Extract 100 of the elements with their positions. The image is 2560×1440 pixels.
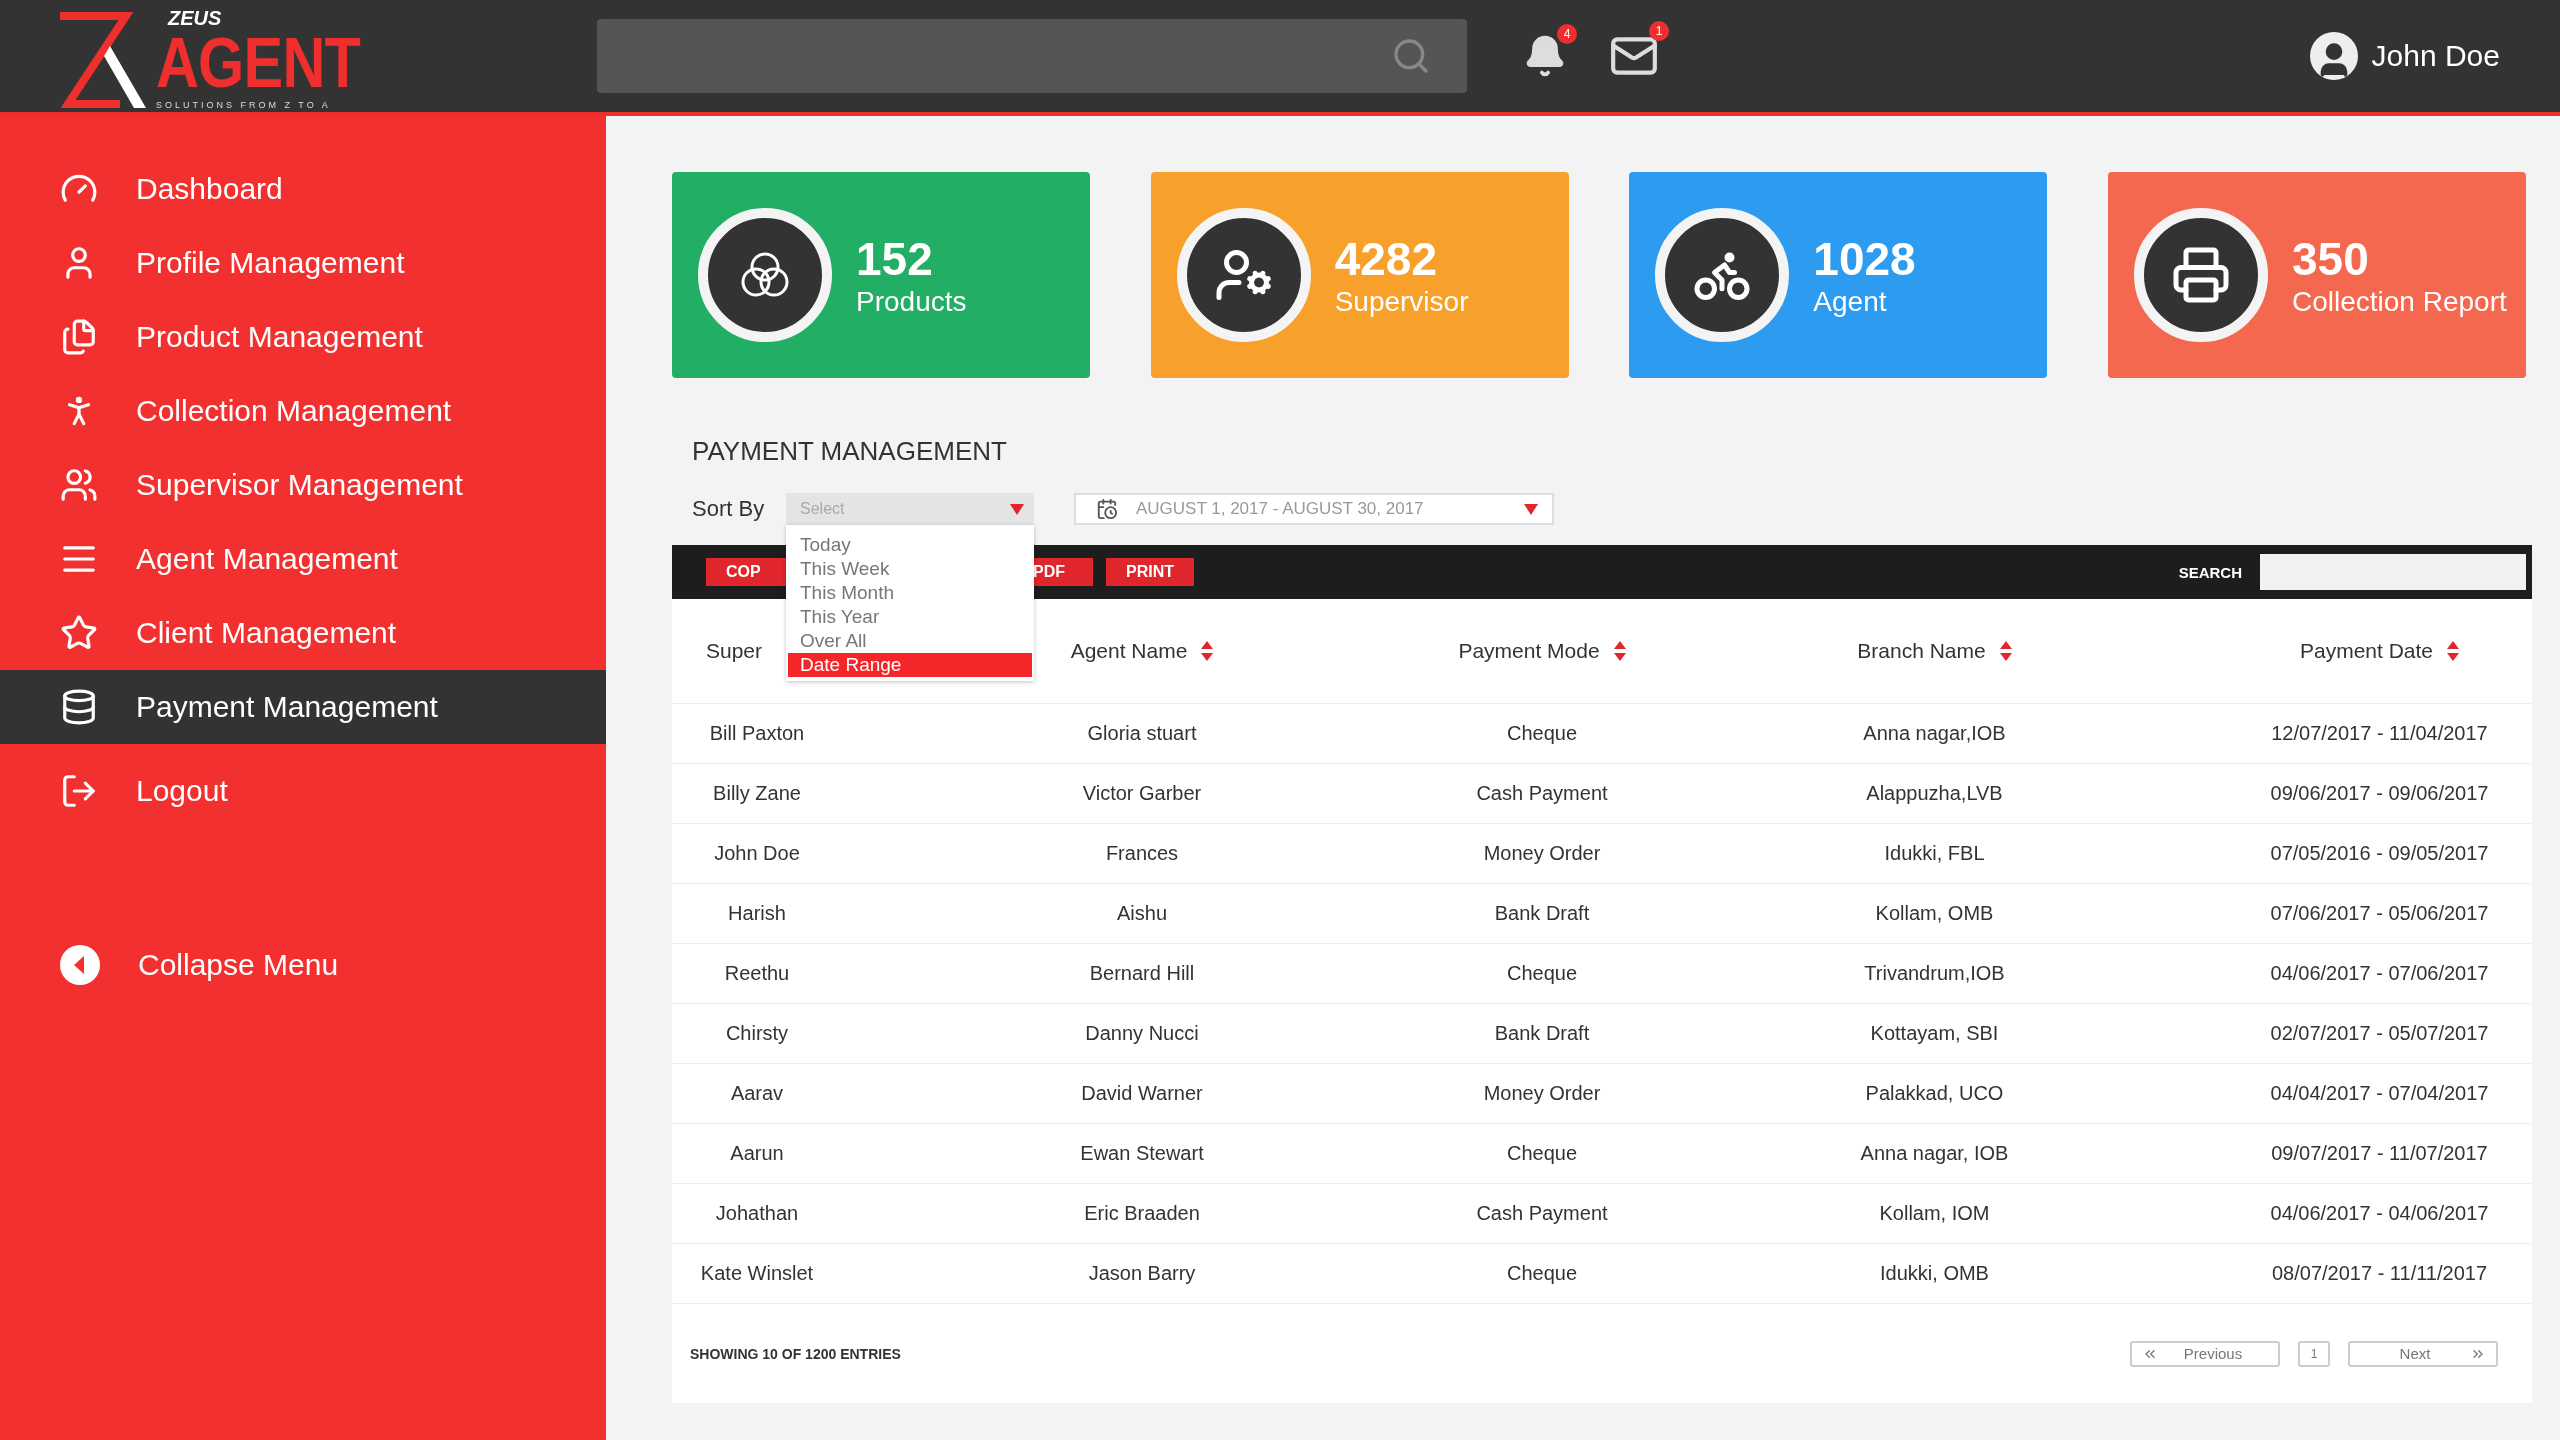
message-count: 1 — [1649, 21, 1669, 41]
table-cell-text: Money Order — [1482, 1082, 1602, 1105]
table-cell-text: Aishu — [1116, 902, 1168, 925]
table-cell-text: Alappuzha,LVB — [1865, 782, 2004, 805]
avatar[interactable] — [2309, 32, 2358, 80]
stat-value: 1028 — [1813, 232, 1916, 286]
stat-card[interactable]: 152 Products — [672, 172, 1090, 378]
export-button[interactable]: PRINT — [1106, 558, 1194, 586]
table-cell-text: Cash Payment — [1475, 1202, 1609, 1225]
next-button[interactable]: Next — [2348, 1340, 2498, 1367]
stat-label: Supervisor — [1334, 286, 1469, 318]
logo-tagline: SOLUTIONS FROM Z TO A — [156, 100, 332, 110]
table-cell-text: Reethu — [723, 962, 791, 985]
table-cell-text: Cash Payment — [1475, 782, 1609, 805]
table-cell-text: 09/06/2017 - 09/06/2017 — [2269, 782, 2490, 805]
stat-value: 4282 — [1334, 232, 1438, 286]
column-header[interactable]: Agent Name — [1070, 639, 1188, 663]
page-button[interactable]: 1 — [2298, 1340, 2330, 1367]
stat-label: Products — [856, 286, 967, 318]
logo-title: AGENT — [156, 28, 360, 98]
table-cell-text: Cheque — [1505, 1262, 1579, 1285]
printer-icon — [2170, 245, 2231, 305]
sidebar-item[interactable]: Collection Management — [0, 374, 606, 448]
table-cell-text: Johathan — [714, 1202, 800, 1225]
column-header[interactable]: Payment Date — [2299, 639, 2434, 663]
sidebar-item[interactable]: Logout — [0, 754, 606, 828]
column-header[interactable]: Super — [706, 639, 763, 663]
table-cell-text: Billy Zane — [712, 782, 802, 805]
section-title: PAYMENT MANAGEMENT — [692, 436, 1008, 467]
back-circle-icon — [60, 945, 100, 985]
entries-count: SHOWING 10 OF 1200 ENTRIES — [690, 1345, 901, 1362]
sidebar-item[interactable]: Agent Management — [0, 522, 606, 596]
sort-icon[interactable] — [1201, 641, 1214, 661]
sort-icon[interactable] — [1613, 641, 1626, 661]
column-header[interactable]: Branch Name — [1857, 639, 1986, 663]
calendar-icon — [1096, 498, 1118, 520]
logo-text: ZEUS — [168, 8, 223, 28]
table-cell-text: David Warner — [1080, 1082, 1204, 1105]
table-cell-text: Anna nagar,IOB — [1862, 722, 2007, 745]
table-cell-text: Chirsty — [724, 1022, 790, 1045]
dropdown-option[interactable]: Today — [788, 533, 1032, 557]
table-cell-text: Bill Paxton — [708, 722, 806, 745]
sidebar-item[interactable]: Payment Management — [0, 670, 606, 744]
user-name[interactable]: John Doe — [2371, 39, 2500, 73]
sort-icon[interactable] — [2447, 641, 2460, 661]
collapse-menu-item[interactable]: Collapse Menu — [0, 928, 606, 1002]
table-cell-text: 08/07/2017 - 11/11/2017 — [2271, 1262, 2488, 1285]
sort-icon[interactable] — [1999, 641, 2012, 661]
caret-icon — [1524, 503, 1538, 515]
table-cell-text: Cheque — [1505, 722, 1579, 745]
table-cell-text: Kollam, OMB — [1874, 902, 1995, 925]
stat-card[interactable]: 1028 Agent — [1629, 172, 2048, 378]
table-cell-text: Bank Draft — [1493, 1022, 1591, 1045]
previous-button[interactable]: Previous — [2130, 1340, 2280, 1367]
table-cell-text: Palakkad, UCO — [1864, 1082, 2005, 1105]
table-cell-text: Bank Draft — [1493, 902, 1591, 925]
column-header[interactable]: Payment Mode — [1458, 639, 1600, 663]
date-range-field[interactable]: AUGUST 1, 2017 - AUGUST 30, 2017 — [1074, 493, 1554, 525]
sidebar-item[interactable]: Dashboard — [0, 152, 606, 226]
table-cell-text: Gloria stuart — [1086, 722, 1198, 745]
table-cell-text: 07/06/2017 - 05/06/2017 — [2269, 902, 2490, 925]
table-cell-text: 04/04/2017 - 07/04/2017 — [2269, 1082, 2490, 1105]
table-cell-text: 09/07/2017 - 11/07/2017 — [2270, 1142, 2489, 1165]
logout-icon — [60, 772, 98, 810]
search-label: SEARCH — [2178, 563, 2242, 581]
stat-label: Collection Report — [2291, 286, 2507, 318]
table-cell-text: 04/06/2017 - 07/06/2017 — [2269, 962, 2490, 985]
stat-value: 350 — [2291, 232, 2370, 286]
table-cell-text: Anna nagar, IOB — [1859, 1142, 2010, 1165]
table-cell-text: Kottayam, SBI — [1869, 1022, 2000, 1045]
table-cell-text: John Doe — [713, 842, 801, 865]
table-cell-text: Trivandrum,IOB — [1863, 962, 2006, 985]
table-cell-text: 07/05/2016 - 09/05/2017 — [2269, 842, 2490, 865]
notification-count: 4 — [1557, 24, 1577, 44]
stat-card[interactable]: 350 Collection Report — [2107, 172, 2526, 378]
table-cell-text: 04/06/2017 - 04/06/2017 — [2269, 1202, 2490, 1225]
table-cell-text: 12/07/2017 - 11/04/2017 — [2270, 722, 2489, 745]
dropdown-option[interactable]: This Year — [788, 605, 1032, 629]
dropdown-option[interactable]: Date Range — [788, 653, 1032, 677]
table-cell-text: Cheque — [1505, 1142, 1579, 1165]
table-cell-text: Idukki, FBL — [1883, 842, 1986, 865]
sort-label: Sort By — [692, 496, 766, 522]
table-cell-text: Aarav — [729, 1082, 785, 1105]
table-cell-text: Cheque — [1505, 962, 1579, 985]
table-cell-text: Harish — [727, 902, 787, 925]
sidebar-item[interactable]: Client Management — [0, 596, 606, 670]
table-cell-text: Idukki, OMB — [1879, 1262, 1990, 1285]
stat-label: Agent — [1813, 286, 1888, 318]
search-field[interactable] — [597, 19, 1467, 93]
table-search-field[interactable] — [2260, 554, 2526, 590]
table-cell-text: Kate Winslet — [699, 1262, 815, 1285]
table-cell-text: Frances — [1104, 842, 1180, 865]
sidebar-item[interactable]: Supervisor Management — [0, 448, 606, 522]
sidebar-item[interactable]: Product Management — [0, 300, 606, 374]
table-cell-text: Eric Braaden — [1083, 1202, 1201, 1225]
sidebar-item[interactable]: Profile Management — [0, 226, 606, 300]
dropdown-option[interactable]: Over All — [788, 629, 1032, 653]
stat-value: 152 — [856, 232, 934, 286]
table-cell-text: Victor Garber — [1081, 782, 1203, 805]
table-cell-text: Aarun — [729, 1142, 785, 1165]
